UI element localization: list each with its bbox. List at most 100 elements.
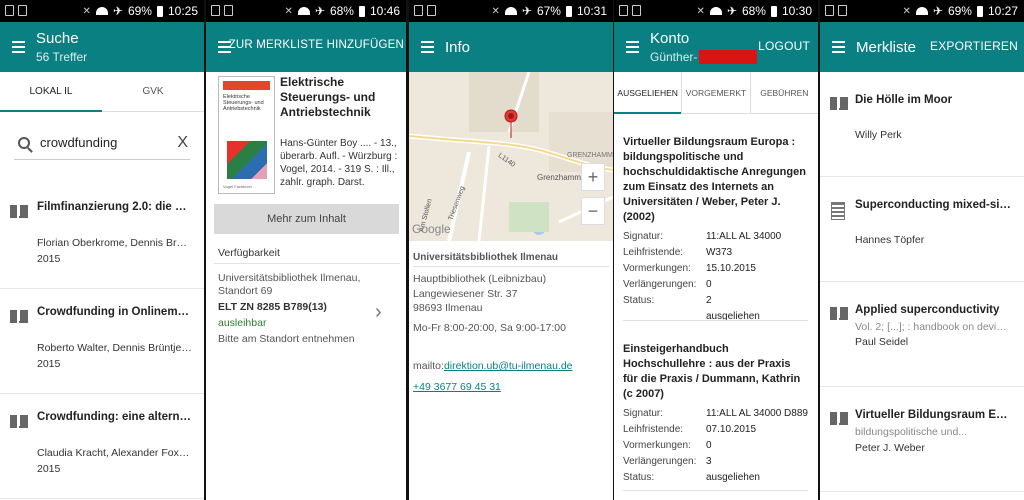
list-item[interactable]: Die Hölle im Moor Willy Perk	[820, 72, 1024, 177]
info-screen: ✕ ✈ 67% 10:31 Info GRENZHAMM Grenzhammer…	[409, 0, 613, 500]
wifi-icon	[915, 7, 928, 15]
more-content-button[interactable]: Mehr zum Inhalt	[214, 204, 399, 234]
wifi-icon	[709, 7, 722, 15]
cover-publisher: Vogel Fachbuch	[223, 184, 252, 189]
add-to-list-button[interactable]: ZUR MERKLISTE HINZUFÜGEN	[229, 39, 404, 51]
clear-icon[interactable]: X	[177, 134, 188, 152]
zoom-out-button[interactable]: −	[581, 197, 605, 225]
app-bar: Info	[409, 22, 613, 72]
email-row: mailto:direktion.ub@tu-ilmenau.de	[413, 360, 573, 373]
library-city: 98693 Ilmenau	[413, 302, 483, 314]
logout-button[interactable]: LOGOUT	[758, 39, 810, 53]
book-icon	[830, 97, 848, 110]
cover-title-line: Antriebstechnik	[223, 106, 261, 112]
redacted-name	[699, 50, 758, 65]
status-bar: ✕ ✈ 69% 10:25	[0, 0, 204, 22]
book-meta: Hans-Günter Boy .... - 13., überarb. Auf…	[280, 138, 398, 188]
field-label: Status:	[623, 472, 655, 483]
list-item[interactable]: Superconducting mixed-signal... Hannes T…	[820, 177, 1024, 282]
result-title: Filmfinanzierung 2.0: die Rolle...	[37, 201, 192, 213]
battery-level: 69%	[127, 4, 152, 18]
menu-icon[interactable]	[409, 22, 445, 72]
mute-icon: ✕	[491, 5, 500, 17]
email-link[interactable]: direktion.ub@tu-ilmenau.de	[444, 360, 573, 372]
item-title: Virtueller Bildungsraum Europa	[855, 409, 1012, 421]
search-icon	[18, 136, 30, 149]
list-item[interactable]: Crowdfunding in Onlinemedien ... Roberto…	[0, 289, 204, 394]
menu-icon[interactable]	[820, 22, 856, 72]
tab-gvk[interactable]: GVK	[102, 72, 204, 111]
result-year: 2015	[37, 358, 61, 370]
field-label: Status:	[623, 295, 655, 306]
loan-item[interactable]: Virtueller Bildungsraum Europa : bildung…	[614, 135, 810, 325]
item-author: Paul Seidel	[855, 336, 909, 348]
chevron-right-icon[interactable]: ›	[375, 301, 382, 324]
clock: 10:30	[781, 4, 812, 18]
app-bar: Merkliste EXPORTIEREN	[820, 22, 1024, 72]
airplane-icon: ✈	[521, 4, 532, 18]
item-author: Willy Perk	[855, 129, 902, 141]
book-cover: Elektrische Steuerungs- und Antriebstech…	[218, 76, 275, 194]
mute-icon: ✕	[82, 5, 91, 17]
status-bar: ✕ ✈ 68% 10:46	[206, 0, 406, 22]
book-title: Elektrische Steuerungs- und Antriebstech…	[280, 75, 376, 119]
list-item[interactable]: Filmfinanzierung 2.0: die Rolle... Flori…	[0, 184, 204, 289]
map-attribution: Google	[412, 222, 451, 236]
phone-link[interactable]: +49 3677 69 45 31	[413, 381, 501, 394]
search-input[interactable]: crowdfunding X	[14, 126, 190, 160]
search-query[interactable]: crowdfunding	[40, 135, 117, 150]
field-label: Signatur:	[623, 231, 664, 242]
loan-reservations: 0	[705, 279, 712, 290]
menu-icon[interactable]	[0, 22, 36, 72]
list-item[interactable]: Applied superconductivity Vol. 2; [...];…	[820, 282, 1024, 387]
loan-item[interactable]: Einsteigerhandbuch Hochschullehre : aus …	[614, 342, 810, 486]
wifi-icon	[297, 7, 310, 15]
mute-icon: ✕	[696, 5, 705, 17]
item-author: Peter J. Weber	[855, 442, 925, 454]
battery-level: 68%	[329, 4, 354, 18]
field-label: Verlängerungen:	[623, 456, 697, 467]
library-map[interactable]: GRENZHAMM Grenzhammer L1140 Am Stollen T…	[409, 72, 613, 241]
export-button[interactable]: EXPORTIEREN	[930, 39, 1018, 53]
clock: 10:46	[369, 4, 400, 18]
availability-row[interactable]: Universitätsbibliothek Ilmenau, Standort…	[218, 272, 368, 346]
item-title: Superconducting mixed-signal...	[855, 199, 1012, 211]
airplane-icon: ✈	[726, 4, 737, 18]
document-icon	[831, 202, 845, 220]
battery-level: 68%	[741, 4, 766, 18]
zoom-in-button[interactable]: +	[581, 163, 605, 191]
tab-lokal[interactable]: LOKAL IL	[0, 72, 102, 112]
field-label: Verlängerungen:	[623, 279, 697, 290]
availability-note: Bitte am Standort entnehmen	[218, 333, 355, 345]
page-title: Suche	[36, 30, 79, 47]
airplane-icon: ✈	[932, 4, 943, 18]
item-subtitle: Vol. 2; [...]; : handbook on devices an.…	[855, 321, 1012, 333]
email-prefix: mailto:	[413, 360, 444, 372]
battery-icon	[770, 5, 777, 17]
loan-signature: 11:ALL AL 34000 W373	[705, 231, 782, 258]
page-title: Merkliste	[856, 38, 917, 56]
field-label: Vormerkungen:	[623, 440, 691, 451]
result-authors: Claudia Kracht, Alexander Fox, Ralf...	[37, 447, 192, 459]
tab-ausgeliehen[interactable]: AUSGELIEHEN	[614, 72, 682, 114]
airplane-icon: ✈	[112, 4, 123, 18]
signature: ELT ZN 8285 B789(13)	[218, 301, 327, 313]
loan-renewals: 3	[706, 456, 712, 467]
list-item[interactable]: Crowdfunding: eine alternative... Claudi…	[0, 394, 204, 499]
app-bar: Konto Günther- LOGOUT	[614, 22, 818, 72]
page-title: Info	[445, 38, 471, 56]
tab-gebuehren[interactable]: GEBÜHREN	[749, 72, 818, 113]
item-author: Hannes Töpfer	[855, 234, 925, 246]
availability-heading: Verfügbarkeit	[218, 247, 280, 259]
list-item[interactable]: Virtueller Bildungsraum Europa bildungsp…	[820, 387, 1024, 492]
menu-icon[interactable]	[614, 22, 650, 72]
mute-icon: ✕	[284, 5, 293, 17]
wifi-icon	[95, 7, 108, 15]
app-bar: ZUR MERKLISTE HINZUFÜGEN	[206, 22, 406, 72]
tab-vorgemerkt[interactable]: VORGEMERKT	[681, 72, 749, 113]
library-name: Universitätsbibliothek Ilmenau	[413, 252, 559, 263]
loan-due-date: 15.10.2015	[705, 263, 756, 274]
loan-renewals: 2	[705, 295, 712, 306]
battery-level: 67%	[536, 4, 561, 18]
loan-title: Virtueller Bildungsraum Europa : bildung…	[623, 136, 806, 223]
